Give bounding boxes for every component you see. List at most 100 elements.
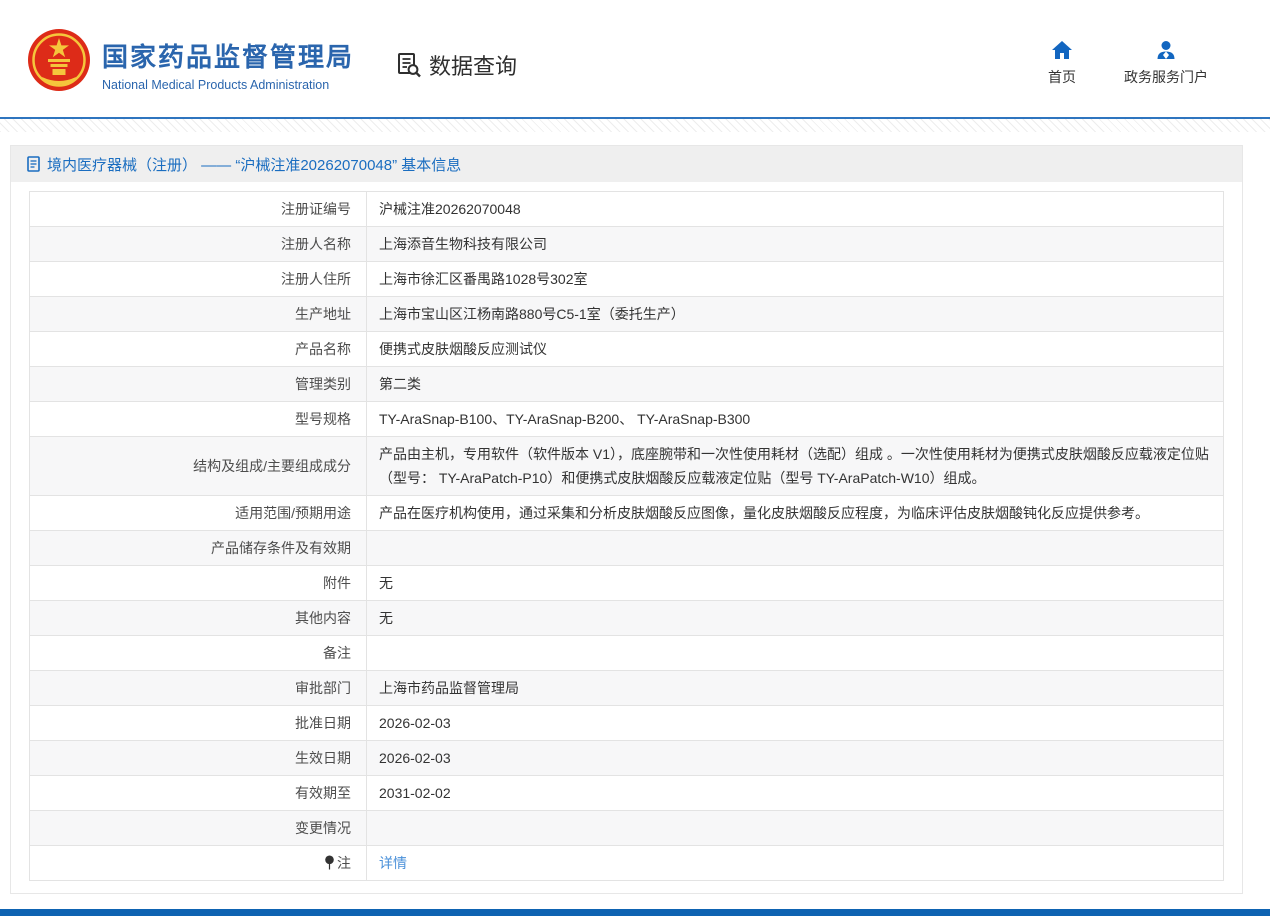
row-label-text: 适用范围/预期用途	[235, 505, 351, 521]
detail-link[interactable]: 详情	[379, 855, 407, 871]
row-label: 注册人住所	[30, 262, 367, 297]
table-row: 型号规格 TY-AraSnap-B100、TY-AraSnap-B200、 TY-…	[30, 402, 1224, 437]
table-row: 注册人住所上海市徐汇区番禺路1028号302室	[30, 262, 1224, 297]
row-value	[367, 531, 1224, 566]
table-row: 结构及组成/主要组成成分产品由主机，专用软件（软件版本 V1），底座腕带和一次性…	[30, 437, 1224, 496]
row-label-text: 审批部门	[295, 680, 351, 696]
row-label-text: 有效期至	[295, 785, 351, 801]
table-row: 产品名称便携式皮肤烟酸反应测试仪	[30, 332, 1224, 367]
data-query-label: 数据查询	[429, 49, 517, 81]
table-row: 批准日期 2026-02-03	[30, 706, 1224, 741]
nav-home[interactable]: 首页	[1048, 40, 1076, 87]
table-row: 有效期至 2031-02-02	[30, 776, 1224, 811]
row-label: 其他内容	[30, 601, 367, 636]
table-row: 备注	[30, 636, 1224, 671]
table-row: 审批部门上海市药品监督管理局	[30, 671, 1224, 706]
row-label-text: 变更情况	[295, 820, 351, 836]
row-label: 变更情况	[30, 811, 367, 846]
header-nav: 首页 政务服务门户	[1048, 40, 1208, 87]
row-label: 型号规格	[30, 402, 367, 437]
row-label-text: 注册人住所	[281, 271, 351, 287]
row-label: 有效期至	[30, 776, 367, 811]
row-value: 上海添音生物科技有限公司	[367, 227, 1224, 262]
row-value: 无	[367, 566, 1224, 601]
row-label-text: 产品储存条件及有效期	[211, 540, 351, 556]
row-value: 详情	[367, 846, 1224, 881]
row-label-text: 批准日期	[295, 715, 351, 731]
table-row: 生效日期 2026-02-03	[30, 741, 1224, 776]
table-row: 产品储存条件及有效期	[30, 531, 1224, 566]
row-value: 上海市宝山区江杨南路880号C5-1室（委托生产）	[367, 297, 1224, 332]
table-wrapper: 注册证编号沪械注准20262070048注册人名称上海添音生物科技有限公司注册人…	[11, 182, 1242, 893]
row-label: 结构及组成/主要组成成分	[30, 437, 367, 496]
org-name: 国家药品监督管理局	[102, 37, 354, 74]
row-label-text: 附件	[323, 575, 351, 591]
row-label: 注册证编号	[30, 192, 367, 227]
row-value	[367, 811, 1224, 846]
row-value: 2026-02-03	[367, 706, 1224, 741]
document-search-icon	[396, 52, 423, 79]
row-value: 沪械注准20262070048	[367, 192, 1224, 227]
row-label: 审批部门	[30, 671, 367, 706]
org-name-en: National Medical Products Administration	[102, 78, 354, 92]
row-label: 产品储存条件及有效期	[30, 531, 367, 566]
row-label: 生产地址	[30, 297, 367, 332]
footer-bar	[0, 909, 1270, 916]
nav-gov-portal-label: 政务服务门户	[1124, 67, 1208, 87]
row-label-text: 结构及组成/主要组成成分	[193, 458, 351, 474]
row-value: 2026-02-03	[367, 741, 1224, 776]
row-value: 产品在医疗机构使用，通过采集和分析皮肤烟酸反应图像，量化皮肤烟酸反应程度，为临床…	[367, 496, 1224, 531]
site-header: 国家药品监督管理局 National Medical Products Admi…	[0, 0, 1270, 117]
row-label-text: 其他内容	[295, 610, 351, 626]
row-label-text: 型号规格	[295, 411, 351, 427]
data-query-link[interactable]: 数据查询	[396, 49, 517, 81]
table-row: 生产地址上海市宝山区江杨南路880号C5-1室（委托生产）	[30, 297, 1224, 332]
row-label: 管理类别	[30, 367, 367, 402]
table-row: 注 详情	[30, 846, 1224, 881]
row-label-text: 产品名称	[295, 341, 351, 357]
table-row: 注册人名称上海添音生物科技有限公司	[30, 227, 1224, 262]
row-label-text: 注	[337, 855, 351, 871]
nav-gov-portal[interactable]: 政务服务门户	[1124, 40, 1208, 87]
row-value: 上海市药品监督管理局	[367, 671, 1224, 706]
table-row: 注册证编号沪械注准20262070048	[30, 192, 1224, 227]
row-value: 便携式皮肤烟酸反应测试仪	[367, 332, 1224, 367]
org-title-block: 国家药品监督管理局 National Medical Products Admi…	[102, 37, 354, 92]
row-label: 备注	[30, 636, 367, 671]
row-value	[367, 636, 1224, 671]
hatched-band	[0, 119, 1270, 132]
page-title-bar: 境内医疗器械（注册） —— “沪械注准20262070048” 基本信息	[11, 146, 1242, 182]
table-row: 管理类别第二类	[30, 367, 1224, 402]
table-row: 其他内容无	[30, 601, 1224, 636]
content-card: 境内医疗器械（注册） —— “沪械注准20262070048” 基本信息 注册证…	[10, 145, 1243, 894]
row-value: 上海市徐汇区番禺路1028号302室	[367, 262, 1224, 297]
row-label-text: 生效日期	[295, 750, 351, 766]
row-label-text: 备注	[323, 645, 351, 661]
table-row: 适用范围/预期用途产品在医疗机构使用，通过采集和分析皮肤烟酸反应图像，量化皮肤烟…	[30, 496, 1224, 531]
table-row: 附件无	[30, 566, 1224, 601]
row-label: 适用范围/预期用途	[30, 496, 367, 531]
page-title: 境内医疗器械（注册） —— “沪械注准20262070048” 基本信息	[47, 154, 461, 175]
row-label-text: 注册人名称	[281, 236, 351, 252]
row-value: TY-AraSnap-B100、TY-AraSnap-B200、 TY-AraS…	[367, 402, 1224, 437]
row-label: 生效日期	[30, 741, 367, 776]
nav-home-label: 首页	[1048, 67, 1076, 87]
document-icon	[27, 156, 40, 172]
row-label-text: 生产地址	[295, 306, 351, 322]
row-value: 产品由主机，专用软件（软件版本 V1），底座腕带和一次性使用耗材（选配）组成 。…	[367, 437, 1224, 496]
national-emblem-logo	[28, 29, 90, 91]
pin-icon	[324, 855, 335, 870]
row-label: 注册人名称	[30, 227, 367, 262]
row-label: 附件	[30, 566, 367, 601]
row-value: 无	[367, 601, 1224, 636]
row-label: 注	[30, 846, 367, 881]
row-value: 第二类	[367, 367, 1224, 402]
registration-info-table: 注册证编号沪械注准20262070048注册人名称上海添音生物科技有限公司注册人…	[29, 191, 1224, 881]
user-icon	[1155, 40, 1177, 60]
row-label: 批准日期	[30, 706, 367, 741]
row-label: 产品名称	[30, 332, 367, 367]
row-label-text: 管理类别	[295, 376, 351, 392]
table-row: 变更情况	[30, 811, 1224, 846]
home-icon	[1051, 40, 1073, 60]
row-value: 2031-02-02	[367, 776, 1224, 811]
